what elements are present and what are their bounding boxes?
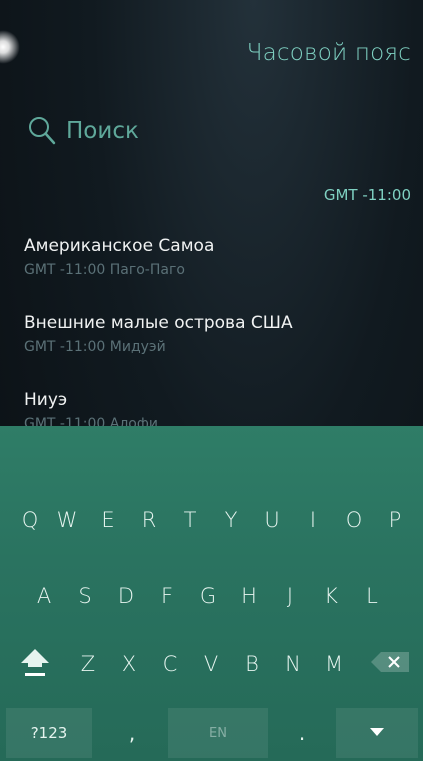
key-f[interactable]: F: [147, 566, 187, 626]
list-item[interactable]: Американское Самоа GMT -11:00 Паго-Паго: [24, 235, 414, 312]
timezone-detail: GMT -11:00 Мидуэй: [24, 339, 166, 355]
key-t[interactable]: T: [170, 490, 210, 550]
page-title: Часовой пояс: [246, 40, 411, 66]
key-a[interactable]: A: [24, 566, 64, 626]
key-c[interactable]: C: [150, 634, 190, 694]
keyboard-row-2: A S D F G H J K L: [0, 566, 423, 626]
timezone-name: Ниуэ: [24, 390, 68, 410]
search-field[interactable]: Поиск: [28, 116, 139, 146]
key-d[interactable]: D: [106, 566, 146, 626]
key-y[interactable]: Y: [211, 490, 251, 550]
symbols-key[interactable]: ?123: [6, 708, 92, 758]
comma-key[interactable]: ,: [112, 708, 152, 758]
timezone-detail: GMT -11:00 Паго-Паго: [24, 262, 185, 278]
key-v[interactable]: V: [191, 634, 231, 694]
list-item[interactable]: Внешние малые острова США GMT -11:00 Мид…: [24, 312, 414, 389]
period-key[interactable]: .: [282, 708, 322, 758]
key-o[interactable]: O: [334, 490, 374, 550]
key-p[interactable]: P: [375, 490, 415, 550]
key-l[interactable]: L: [352, 566, 392, 626]
key-m[interactable]: M: [314, 634, 354, 694]
timezone-screen: Часовой пояс Поиск GMT -11:00 Американск…: [0, 0, 423, 761]
key-k[interactable]: K: [311, 566, 351, 626]
timezone-name: Американское Самоа: [24, 236, 215, 256]
key-r[interactable]: R: [129, 490, 169, 550]
section-header: GMT -11:00: [323, 186, 411, 204]
timezone-name: Внешние малые острова США: [24, 313, 293, 333]
key-h[interactable]: H: [229, 566, 269, 626]
virtual-keyboard: Q W E R T Y U I O P A S D F G H J K L Z …: [0, 426, 423, 761]
space-key[interactable]: EN: [168, 708, 268, 758]
key-e[interactable]: E: [88, 490, 128, 550]
key-j[interactable]: J: [270, 566, 310, 626]
shift-key[interactable]: [12, 634, 58, 694]
chevron-down-icon: [368, 724, 386, 742]
key-s[interactable]: S: [65, 566, 105, 626]
key-u[interactable]: U: [252, 490, 292, 550]
key-i[interactable]: I: [293, 490, 333, 550]
keyboard-bottom-row: ?123 , EN .: [0, 708, 423, 761]
key-g[interactable]: G: [188, 566, 228, 626]
search-input[interactable]: Поиск: [66, 118, 139, 144]
shift-arrow-icon: [17, 645, 53, 684]
key-x[interactable]: X: [109, 634, 149, 694]
key-b[interactable]: B: [232, 634, 272, 694]
hide-keyboard-key[interactable]: [336, 708, 418, 758]
key-n[interactable]: N: [273, 634, 313, 694]
keyboard-row-3: Z X C V B N M: [0, 634, 423, 694]
backspace-key[interactable]: [364, 634, 418, 694]
backspace-icon: [369, 648, 413, 681]
keyboard-row-1: Q W E R T Y U I O P: [0, 490, 423, 550]
pulley-indicator: [0, 30, 20, 64]
search-icon: [28, 116, 56, 146]
key-q[interactable]: Q: [14, 490, 46, 550]
key-z[interactable]: Z: [68, 634, 108, 694]
key-w[interactable]: W: [47, 490, 87, 550]
